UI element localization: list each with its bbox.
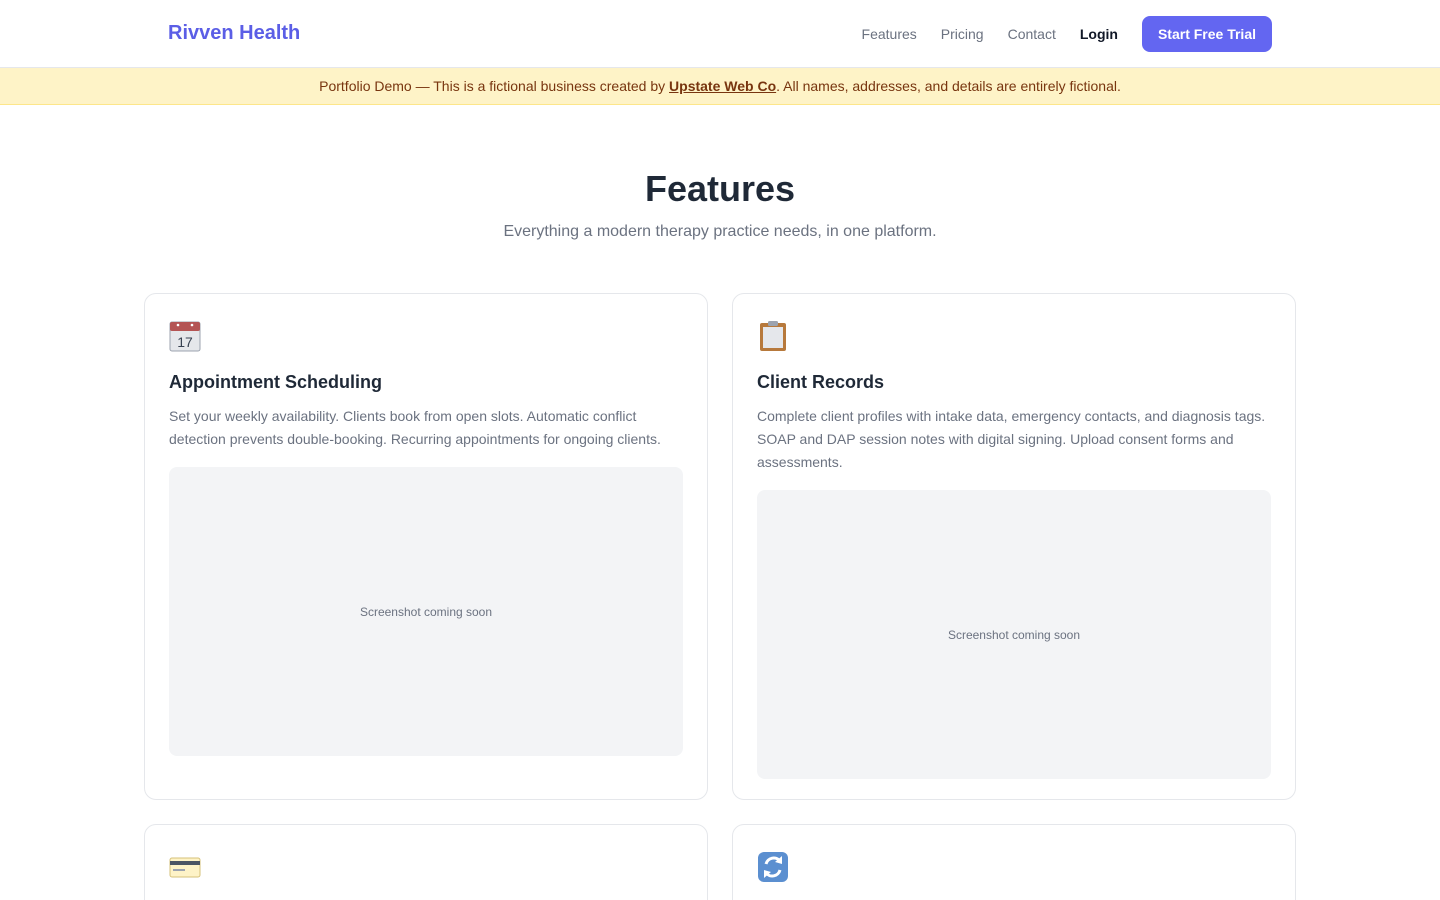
nav-link-features[interactable]: Features	[862, 26, 917, 42]
banner-text-prefix: Portfolio Demo — This is a fictional bus…	[319, 78, 670, 94]
banner-text-suffix: . All names, addresses, and details are …	[776, 78, 1121, 94]
nav-link-pricing[interactable]: Pricing	[941, 26, 984, 42]
hero-section: Features Everything a modern therapy pra…	[0, 105, 1440, 241]
clipboard-icon	[760, 321, 786, 351]
placeholder-text: Screenshot coming soon	[359, 604, 493, 619]
page-title: Features	[644, 168, 796, 209]
placeholder-text: Screenshot coming soon	[947, 627, 1081, 642]
calendar-day-number: 17	[177, 334, 193, 350]
refresh-icon	[758, 852, 788, 882]
features-grid: 17 Appointment Scheduling Set your weekl…	[0, 241, 1440, 900]
upstate-web-co-link[interactable]: Upstate Web Co	[669, 78, 776, 94]
brand-logo[interactable]: Rivven Health	[168, 22, 300, 45]
feature-description: Complete client profiles with intake dat…	[757, 408, 1266, 470]
feature-card-client-records: Client Records Complete client profiles …	[732, 293, 1296, 800]
demo-banner: Portfolio Demo — This is a fictional bus…	[0, 68, 1440, 105]
screenshot-placeholder: Screenshot coming soon	[757, 490, 1271, 779]
login-link[interactable]: Login	[1080, 26, 1118, 42]
page-subtitle: Everything a modern therapy practice nee…	[503, 223, 937, 240]
feature-description: Set your weekly availability. Clients bo…	[169, 408, 661, 447]
screenshot-placeholder: Screenshot coming soon	[169, 467, 683, 756]
nav-links: Features Pricing Contact Login Start Fre…	[838, 15, 1272, 52]
feature-card-scheduling: 17 Appointment Scheduling Set your weekl…	[144, 293, 708, 800]
feature-card-recurring	[732, 824, 1296, 900]
nav-link-contact[interactable]: Contact	[1008, 26, 1056, 42]
start-free-trial-button[interactable]: Start Free Trial	[1141, 15, 1272, 52]
calendar-icon: 17	[169, 321, 201, 352]
feature-title: Client Records	[757, 372, 885, 392]
feature-title: Appointment Scheduling	[169, 372, 382, 392]
credit-card-icon	[169, 857, 201, 878]
feature-card-billing	[144, 824, 708, 900]
top-navigation: Rivven Health Features Pricing Contact L…	[0, 0, 1440, 68]
